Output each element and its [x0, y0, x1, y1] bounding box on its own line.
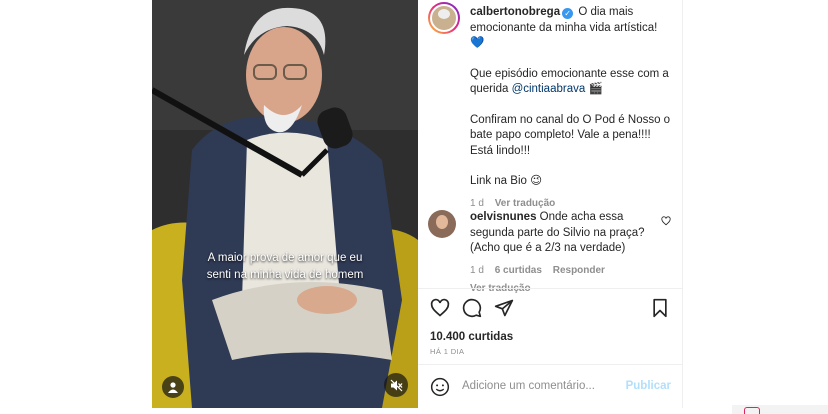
video-caption: A maior prova de amor que eu senti na mi…: [152, 250, 418, 284]
likes-count[interactable]: 10.400 curtidas: [430, 331, 513, 343]
publish-button[interactable]: Publicar: [626, 380, 671, 392]
emoji-icon[interactable]: [430, 377, 450, 397]
comment-like-icon[interactable]: [661, 216, 671, 226]
author-avatar[interactable]: [428, 2, 460, 34]
post-details-panel: calbertonobrega ✓ O dia mais emocionante …: [418, 0, 683, 408]
caption-meta: 1 d Ver tradução: [470, 196, 673, 212]
user-tag-button[interactable]: [162, 376, 184, 398]
caption-time[interactable]: 1 d: [470, 198, 484, 209]
commenter-username[interactable]: oelvisnunes: [470, 211, 536, 223]
comment-input[interactable]: [462, 380, 612, 392]
bookmark-icon[interactable]: [650, 298, 670, 318]
divider: [418, 288, 683, 289]
caption-text: 🎬: [585, 83, 603, 95]
reply-button[interactable]: Responder: [553, 265, 605, 276]
mute-button[interactable]: [384, 373, 408, 397]
comment-likes[interactable]: 6 curtidas: [495, 265, 542, 276]
commenter-avatar[interactable]: [428, 210, 456, 238]
blue-heart-emoji: 💙: [470, 37, 485, 49]
action-bar: [430, 298, 670, 320]
heart-icon[interactable]: [430, 298, 450, 318]
comment-meta: 1 d 6 curtidas Responder: [470, 263, 655, 279]
mention-link[interactable]: @cintiaabrava: [512, 83, 586, 95]
video-caption-line: senti na minha vida de homem: [206, 269, 364, 281]
caption-paragraph: Confiram no canal do O Pod é Nosso o bat…: [470, 113, 671, 157]
post-caption: calbertonobrega ✓ O dia mais emocionante …: [470, 5, 673, 211]
video-player[interactable]: A maior prova de amor que eu senti na mi…: [152, 0, 418, 408]
comment-body: oelvisnunes Onde acha essa segunda parte…: [470, 210, 655, 297]
comment-composer: Publicar: [430, 377, 671, 397]
post-age[interactable]: HÁ 1 DIA: [430, 347, 464, 356]
video-caption-line: A maior prova de amor que eu: [207, 252, 363, 264]
caption-paragraph: Link na Bio 😉: [470, 175, 543, 187]
comment-time[interactable]: 1 d: [470, 265, 484, 276]
caption-paragraph: Que episódio emocionante esse com a quer…: [470, 67, 673, 98]
comment-icon[interactable]: [462, 298, 482, 318]
video-frame: [152, 0, 418, 408]
share-icon[interactable]: [494, 298, 514, 318]
mute-icon: [390, 379, 402, 391]
user-tag-icon: [168, 382, 178, 393]
divider: [418, 364, 683, 365]
author-username[interactable]: calbertonobrega: [470, 6, 560, 18]
verified-icon: ✓: [562, 8, 574, 19]
see-translation-link[interactable]: Ver tradução: [495, 198, 556, 209]
corner-widget-icon: [744, 407, 760, 414]
instagram-post-view: A maior prova de amor que eu senti na mi…: [0, 0, 828, 414]
